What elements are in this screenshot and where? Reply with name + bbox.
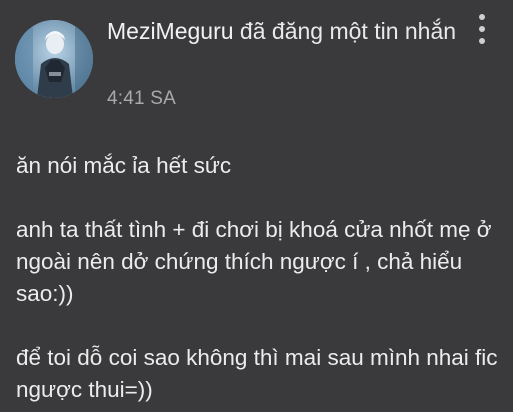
more-vertical-icon-dot [479,26,485,32]
avatar-image [15,20,93,98]
post-action-text: đã đăng một tin nhắn [233,18,457,44]
message-paragraph: anh ta thất tình + đi chơi bị khoá cửa n… [16,217,492,306]
more-vertical-icon-dot [479,38,485,44]
post-timestamp: 4:41 SA [107,88,177,109]
post-header: MeziMeguru đã đăng một tin nhắn [107,16,462,47]
author-avatar[interactable] [15,20,93,98]
more-options-button[interactable] [475,14,489,44]
message-body: ăn nói mắc ỉa hết sức anh ta thất tình +… [16,150,501,406]
author-name[interactable]: MeziMeguru [107,18,234,44]
message-paragraph: để toi dỗ coi sao không thì mai sau mình… [16,345,498,402]
more-vertical-icon [479,14,485,20]
message-paragraph: ăn nói mắc ỉa hết sức [16,153,232,178]
post-card: MeziMeguru đã đăng một tin nhắn 4:41 SA … [0,0,513,412]
